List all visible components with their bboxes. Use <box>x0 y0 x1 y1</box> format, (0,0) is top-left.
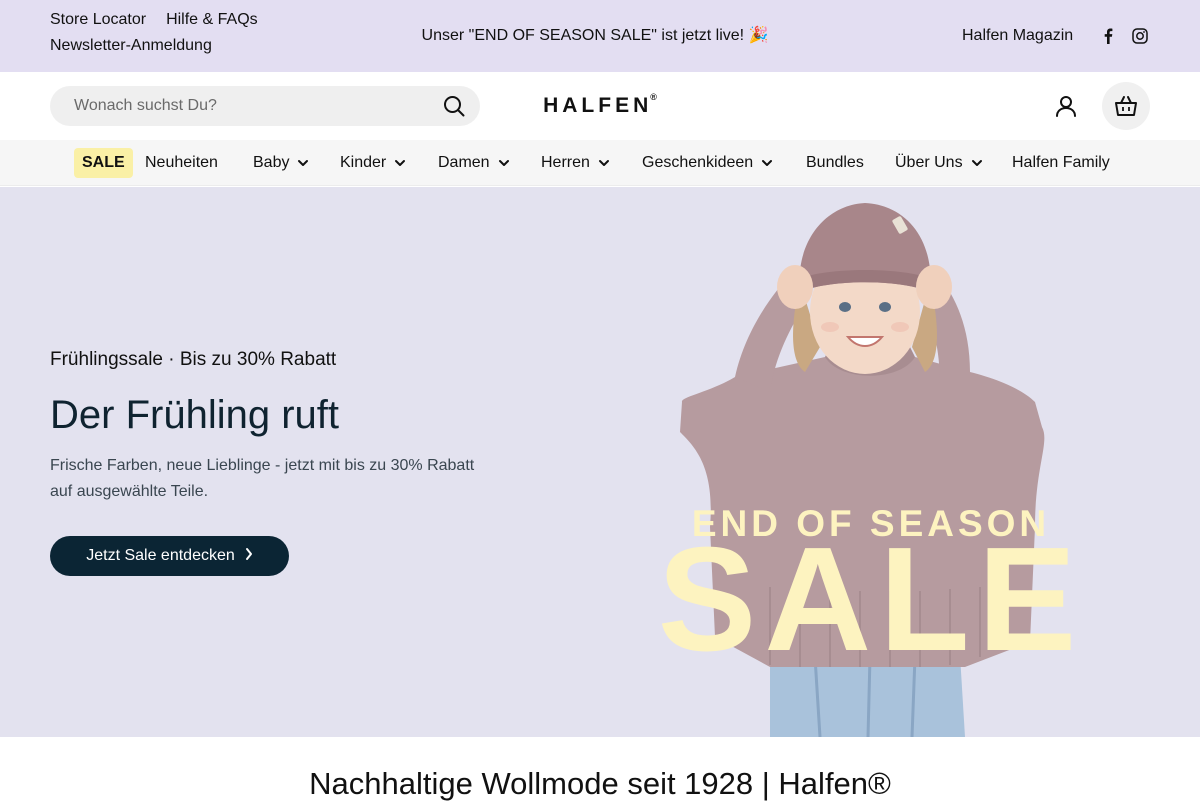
nav-label: Baby <box>253 154 290 171</box>
chevron-down-icon <box>971 159 983 167</box>
nav-label: Herren <box>541 154 590 171</box>
chevron-down-icon <box>394 159 406 167</box>
nav-label: Über Uns <box>895 154 963 171</box>
halfen-logo[interactable]: HALFEN® <box>0 92 1200 118</box>
announcement-bar: Store Locator Hilfe & FAQs Newsletter-An… <box>0 0 1200 72</box>
nav-item-damen[interactable]: Damen <box>438 153 510 173</box>
nav-label: Geschenkideen <box>642 154 754 171</box>
site-header: HALFEN® <box>0 72 1200 140</box>
nav-label: Damen <box>438 154 490 171</box>
nav-item-geschenkideen[interactable]: Geschenkideen <box>642 153 773 173</box>
hero-banner: Frühlingssale · Bis zu 30% Rabatt Der Fr… <box>0 187 1200 737</box>
facebook-icon[interactable] <box>1098 26 1118 46</box>
shopping-bag-icon[interactable] <box>1102 82 1150 130</box>
main-navigation: SALE Neuheiten Baby Kinder Damen Herren … <box>0 140 1200 186</box>
nav-item-baby[interactable]: Baby <box>253 153 309 173</box>
hero-subtitle: Frische Farben, neue Lieblinge - jetzt m… <box>50 457 475 500</box>
section-heading: Nachhaltige Wollmode seit 1928 | Halfen® <box>309 766 891 801</box>
nav-item-herren[interactable]: Herren <box>541 153 610 173</box>
user-icon[interactable] <box>1052 92 1080 120</box>
instagram-icon[interactable] <box>1130 26 1150 46</box>
hero-title: Der Frühling ruft <box>50 393 339 437</box>
image-text-sale: SALE <box>657 517 1085 682</box>
nav-label: Neuheiten <box>145 154 218 171</box>
chevron-down-icon <box>297 159 309 167</box>
chevron-down-icon <box>498 159 510 167</box>
nav-item-kinder[interactable]: Kinder <box>340 153 406 173</box>
nav-label: Bundles <box>806 154 864 171</box>
nav-item-halfen-family[interactable]: Halfen Family <box>1012 153 1110 173</box>
nav-item-sale[interactable]: SALE <box>74 148 133 178</box>
nav-label: Kinder <box>340 154 387 171</box>
logo-mark: ® <box>650 92 657 102</box>
nav-item-neuheiten[interactable]: Neuheiten <box>145 153 218 173</box>
logo-text: HALFEN <box>543 94 653 117</box>
nav-item-ueber-uns[interactable]: Über Uns <box>895 153 983 173</box>
chevron-down-icon <box>761 159 773 167</box>
hero-eyebrow: Frühlingssale · Bis zu 30% Rabatt <box>50 349 337 370</box>
magazin-link[interactable]: Halfen Magazin <box>962 26 1073 46</box>
nav-item-bundles[interactable]: Bundles <box>806 153 864 173</box>
chevron-down-icon <box>598 159 610 167</box>
nav-label: Halfen Family <box>1012 154 1110 171</box>
